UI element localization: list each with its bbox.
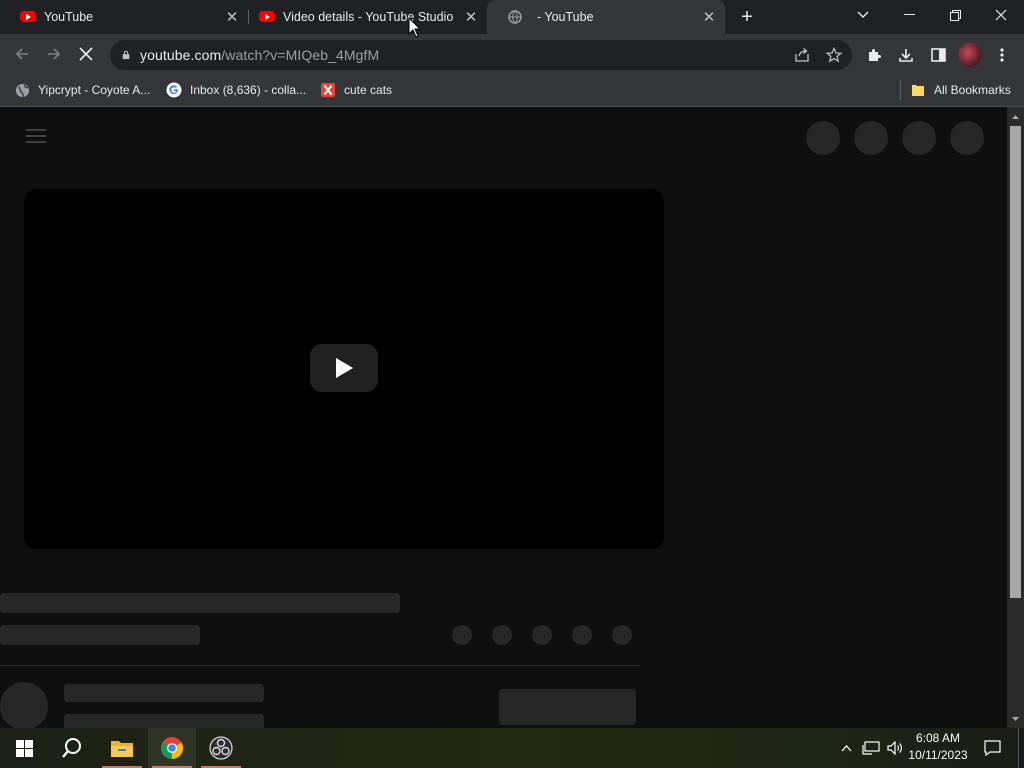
youtube-page xyxy=(0,107,1007,728)
obs-studio-icon[interactable] xyxy=(197,728,245,768)
search-icon[interactable] xyxy=(48,728,96,768)
hamburger-menu-icon[interactable] xyxy=(26,129,46,143)
url-text[interactable]: youtube.com/watch?v=MIQeb_4MgfM xyxy=(140,47,379,63)
video-player[interactable] xyxy=(24,189,664,549)
skeleton-dot xyxy=(572,625,592,645)
skeleton-dot xyxy=(452,625,472,645)
notifications-icon[interactable] xyxy=(978,728,1006,768)
bookmark-cute-cats[interactable]: cute cats xyxy=(320,74,392,106)
play-button[interactable] xyxy=(310,344,378,392)
show-desktop-button[interactable] xyxy=(1018,728,1024,768)
close-icon[interactable]: ✕ xyxy=(224,9,240,26)
address-bar[interactable]: youtube.com/watch?v=MIQeb_4MgfM xyxy=(110,40,852,70)
scroll-up-arrow-icon[interactable] xyxy=(1010,112,1021,122)
bookmark-inbox[interactable]: Inbox (8,636) - colla... xyxy=(166,74,306,106)
tab-title: - YouTube xyxy=(537,10,594,24)
clock-date: 10/11/2023 xyxy=(908,748,968,762)
google-icon xyxy=(166,82,182,98)
network-icon[interactable] xyxy=(860,728,882,768)
skeleton-dot xyxy=(612,625,632,645)
mouse-cursor-icon xyxy=(408,16,422,39)
minimize-icon[interactable] xyxy=(886,0,932,30)
system-clock[interactable]: 6:08 AM 10/11/2023 xyxy=(904,730,972,766)
skeleton-circle xyxy=(854,121,888,155)
bookmark-label: All Bookmarks xyxy=(934,83,1011,97)
tab-title: YouTube xyxy=(44,10,94,24)
forward-icon[interactable] xyxy=(40,40,68,68)
bookmark-label: Yipcrypt - Coyote A... xyxy=(38,83,151,97)
bookmark-label: Inbox (8,636) - colla... xyxy=(190,83,307,97)
tab-youtube-studio[interactable]: Video details - YouTube Studio ✕ xyxy=(239,0,487,34)
share-icon[interactable] xyxy=(788,41,816,69)
divider xyxy=(0,665,640,666)
restore-icon[interactable] xyxy=(932,0,978,30)
bookmark-star-icon[interactable] xyxy=(820,41,848,69)
back-icon[interactable] xyxy=(8,40,36,68)
url-host: youtube.com xyxy=(140,47,222,63)
skeleton-circle xyxy=(806,121,840,155)
loading-globe-icon xyxy=(507,9,523,25)
skeleton-circle xyxy=(950,121,984,155)
skeleton-avatar xyxy=(0,682,48,728)
extensions-puzzle-icon[interactable] xyxy=(860,41,888,69)
bookmark-label: cute cats xyxy=(344,83,393,97)
close-icon[interactable]: ✕ xyxy=(701,9,717,26)
close-window-icon[interactable] xyxy=(978,0,1024,30)
play-icon xyxy=(336,358,353,378)
volume-icon[interactable] xyxy=(884,728,906,768)
side-panel-icon[interactable] xyxy=(924,41,952,69)
skeleton-subscribe-button xyxy=(499,689,636,725)
scrollbar-thumb[interactable] xyxy=(1010,126,1021,598)
chrome-menu-icon[interactable] xyxy=(988,41,1016,69)
tab-active-youtube[interactable]: - YouTube ✕ xyxy=(487,0,725,34)
clock-time: 6:08 AM xyxy=(915,731,961,745)
youtube-icon xyxy=(259,9,275,25)
profile-avatar[interactable] xyxy=(958,43,982,67)
chrome-taskbar-icon[interactable] xyxy=(148,728,196,768)
tab-search-chevron-icon[interactable] xyxy=(840,0,886,30)
lock-icon[interactable] xyxy=(121,50,131,60)
youtube-icon xyxy=(20,9,36,25)
skeleton-channel-name xyxy=(64,684,264,702)
bookmarks-divider xyxy=(900,80,901,100)
skeleton-circle xyxy=(902,121,936,155)
x-logo-icon xyxy=(320,82,336,98)
stop-loading-icon[interactable] xyxy=(72,40,100,68)
new-tab-plus-icon[interactable]: + xyxy=(736,6,758,28)
globe-icon xyxy=(14,82,30,98)
skeleton-subtitle xyxy=(0,625,200,645)
skeleton-title xyxy=(0,593,400,613)
windows-start-icon[interactable] xyxy=(0,728,48,768)
scroll-down-arrow-icon[interactable] xyxy=(1010,714,1021,724)
download-icon[interactable] xyxy=(892,41,920,69)
url-path: /watch?v=MIQeb_4MgfM xyxy=(221,47,380,63)
bookmark-yipcrypt[interactable]: Yipcrypt - Coyote A... xyxy=(14,74,150,106)
bookmarks-bar xyxy=(0,74,1024,107)
close-icon[interactable]: ✕ xyxy=(463,9,479,26)
folder-icon xyxy=(910,82,926,98)
skeleton-dot xyxy=(492,625,512,645)
skeleton-subscribers xyxy=(64,714,264,728)
all-bookmarks-button[interactable]: All Bookmarks xyxy=(910,74,1011,106)
show-hidden-icons-chevron-icon[interactable] xyxy=(836,728,856,768)
tab-title: Video details - YouTube Studio xyxy=(283,10,454,24)
file-explorer-icon[interactable] xyxy=(98,728,146,768)
tab-youtube[interactable]: YouTube ✕ xyxy=(0,0,248,34)
skeleton-dot xyxy=(532,625,552,645)
